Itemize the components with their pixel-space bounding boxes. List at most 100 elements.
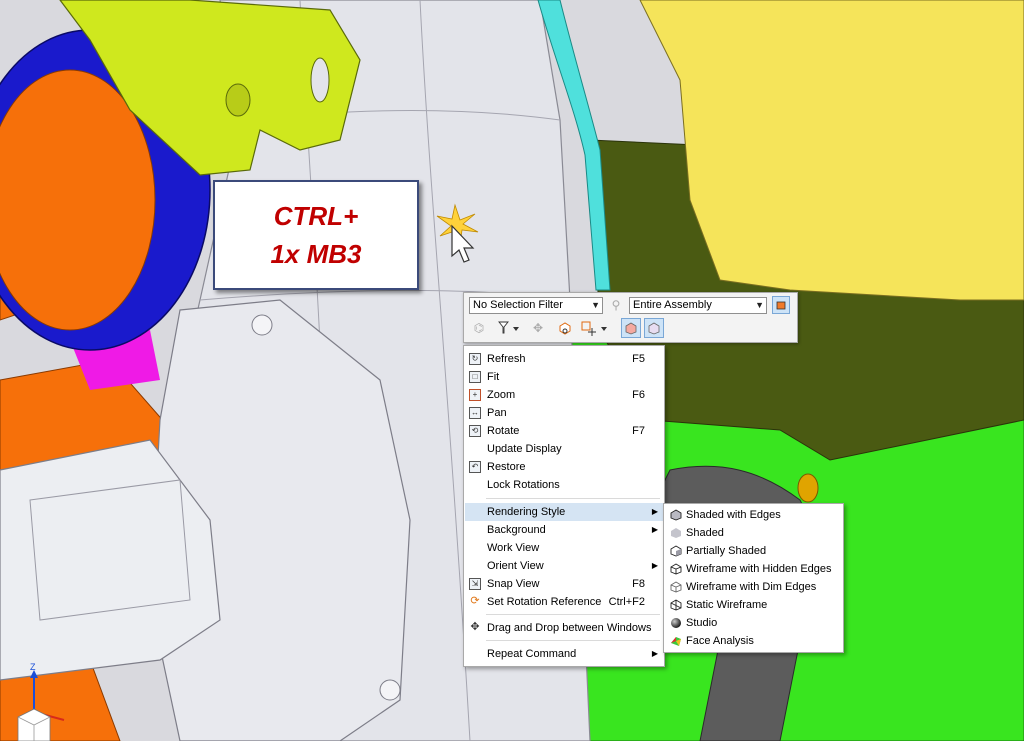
submenu-item-label: Shaded with Edges [686, 509, 781, 521]
select-icon[interactable]: ⌬ [470, 319, 488, 337]
rotate-icon: ⟲ [469, 425, 481, 437]
menu-item-repeat-command[interactable]: Repeat Command ▶ [465, 645, 663, 663]
filter-icon[interactable]: ⚲ [607, 296, 625, 314]
zoom-icon: + [469, 389, 481, 401]
wireframe-dim-icon [670, 581, 682, 593]
menu-item-update-display[interactable]: Update Display [465, 440, 663, 458]
shortcut-callout: CTRL+ 1x MB3 [213, 180, 419, 290]
selection-list-icon[interactable] [497, 319, 521, 337]
snap-icon[interactable] [556, 319, 574, 337]
menu-item-fit[interactable]: □ Fit [465, 368, 663, 386]
menu-item-shortcut: F8 [632, 578, 645, 590]
drag-drop-icon: ✥ [470, 621, 480, 633]
menu-item-label: Set Rotation Reference [487, 596, 602, 608]
selection-toolbar: No Selection Filter ▼ ⚲ Entire Assembly … [463, 292, 798, 343]
submenu-arrow-icon: ▶ [651, 561, 658, 570]
rendering-icon[interactable] [644, 318, 664, 338]
menu-item-restore[interactable]: ↶ Restore [465, 458, 663, 476]
snap-view-icon: ⇲ [469, 578, 481, 590]
shaded-edges-icon [670, 509, 682, 521]
menu-item-label: Repeat Command [487, 648, 577, 660]
menu-separator [486, 614, 660, 615]
submenu-item-studio[interactable]: Studio [665, 614, 842, 632]
menu-item-label: Zoom [487, 389, 516, 401]
submenu-arrow-icon: ▶ [651, 649, 658, 658]
context-menu: ↻ Refresh F5 □ Fit + Zoom F6 ↔ Pan ⟲ Rot… [463, 345, 665, 667]
callout-line-2: 1x MB3 [270, 239, 362, 269]
submenu-item-shaded[interactable]: Shaded [665, 524, 842, 542]
menu-item-label: Rotate [487, 425, 520, 437]
view-icon[interactable] [621, 318, 641, 338]
chevron-down-icon: ▼ [591, 300, 600, 310]
menu-item-shortcut: F7 [632, 425, 645, 437]
menu-item-shortcut: Ctrl+F2 [608, 596, 645, 608]
menu-item-label: Work View [487, 542, 540, 554]
scope-value: Entire Assembly [633, 299, 712, 311]
submenu-item-label: Face Analysis [686, 635, 754, 647]
static-wireframe-icon [670, 599, 682, 611]
menu-item-label: Fit [487, 371, 500, 383]
submenu-item-label: Wireframe with Hidden Edges [686, 563, 832, 575]
submenu-item-label: Shaded [686, 527, 724, 539]
submenu-item-label: Studio [686, 617, 718, 629]
submenu-arrow-icon: ▶ [651, 525, 658, 534]
submenu-item-label: Wireframe with Dim Edges [686, 581, 817, 593]
menu-item-label: Update Display [487, 443, 562, 455]
menu-item-rendering-style[interactable]: Rendering Style ▶ [465, 503, 663, 521]
menu-item-label: Background [487, 524, 546, 536]
menu-item-label: Restore [487, 461, 526, 473]
axis-triad: Z [17, 662, 65, 741]
z-axis-label: Z [30, 662, 36, 672]
menu-item-pan[interactable]: ↔ Pan [465, 404, 663, 422]
menu-item-background[interactable]: Background ▶ [465, 521, 663, 539]
selection-filter-value: No Selection Filter [473, 299, 563, 311]
submenu-item-label: Static Wireframe [686, 599, 768, 611]
sketch-plane-icon[interactable]: ✥ [529, 319, 547, 337]
shaded-icon [671, 528, 681, 538]
pan-icon: ↔ [469, 407, 481, 419]
scope-dropdown[interactable]: Entire Assembly ▼ [629, 297, 767, 314]
menu-item-label: Pan [487, 407, 507, 419]
menu-item-lock-rotations[interactable]: Lock Rotations [465, 476, 663, 494]
menu-item-label: Drag and Drop between Windows [487, 622, 652, 634]
fit-icon: □ [469, 371, 481, 383]
callout-line-1: CTRL+ [273, 201, 359, 231]
submenu-item-face-analysis[interactable]: Face Analysis [665, 632, 842, 650]
menu-item-label: Refresh [487, 353, 526, 365]
submenu-arrow-icon: ▶ [651, 507, 658, 516]
submenu-item-shaded-with-edges[interactable]: Shaded with Edges [665, 506, 842, 524]
submenu-item-wireframe-hidden[interactable]: Wireframe with Hidden Edges [665, 560, 842, 578]
menu-item-set-rotation-reference[interactable]: ⟳ Set Rotation Reference Ctrl+F2 [465, 593, 663, 611]
menu-separator [486, 498, 660, 499]
menu-item-shortcut: F5 [632, 353, 645, 365]
menu-item-orient-view[interactable]: Orient View ▶ [465, 557, 663, 575]
submenu-item-label: Partially Shaded [686, 545, 767, 557]
menu-item-label: Lock Rotations [487, 479, 560, 491]
submenu-item-partially-shaded[interactable]: Partially Shaded [665, 542, 842, 560]
menu-item-work-view[interactable]: Work View [465, 539, 663, 557]
point-snap-icon[interactable] [579, 319, 609, 337]
menu-item-shortcut: F6 [632, 389, 645, 401]
wireframe-hidden-icon [670, 563, 682, 575]
submenu-item-wireframe-dim[interactable]: Wireframe with Dim Edges [665, 578, 842, 596]
refresh-icon: ↻ [469, 353, 481, 365]
chevron-down-icon: ▼ [755, 300, 764, 310]
studio-icon [671, 618, 681, 628]
component-icon[interactable] [772, 296, 790, 314]
submenu-item-static-wireframe[interactable]: Static Wireframe [665, 596, 842, 614]
rotation-reference-icon: ⟳ [470, 595, 480, 607]
menu-separator [486, 640, 660, 641]
menu-item-label: Snap View [487, 578, 540, 590]
face-analysis-icon [671, 637, 681, 646]
menu-item-rotate[interactable]: ⟲ Rotate F7 [465, 422, 663, 440]
menu-item-label: Rendering Style [487, 506, 566, 518]
restore-icon: ↶ [469, 461, 481, 473]
menu-item-label: Orient View [487, 560, 544, 572]
menu-item-drag-and-drop[interactable]: ✥ Drag and Drop between Windows [465, 619, 663, 637]
menu-item-zoom[interactable]: + Zoom F6 [465, 386, 663, 404]
partially-shaded-icon [670, 545, 682, 557]
rendering-style-submenu: Shaded with Edges Shaded Partially Shade… [663, 503, 844, 653]
menu-item-snap-view[interactable]: ⇲ Snap View F8 [465, 575, 663, 593]
selection-filter-dropdown[interactable]: No Selection Filter ▼ [469, 297, 603, 314]
menu-item-refresh[interactable]: ↻ Refresh F5 [465, 350, 663, 368]
